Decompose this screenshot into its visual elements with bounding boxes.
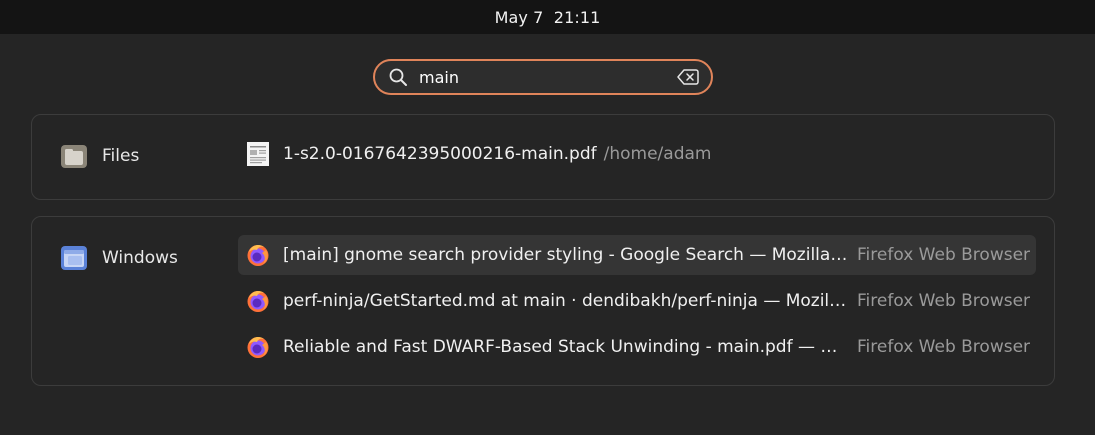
file-result[interactable]: 1-s2.0-0167642395000216-main.pdf /home/a… [238,134,1036,174]
firefox-icon [247,336,269,358]
pdf-document-icon [247,142,269,166]
windows-provider-header[interactable]: Windows [60,244,178,272]
firefox-icon [247,290,269,312]
backspace-clear-icon[interactable] [677,68,699,86]
provider-label-files: Files [102,146,140,166]
window-result-selected[interactable]: [main] gnome search provider styling - G… [238,235,1036,275]
result-description: Firefox Web Browser [857,337,1031,357]
firefox-icon [247,244,269,266]
window-result[interactable]: perf-ninja/GetStarted.md at main · dendi… [238,281,1036,321]
result-description: Firefox Web Browser [857,291,1031,311]
result-title: perf-ninja/GetStarted.md at main · dendi… [283,291,849,311]
windows-icon [61,246,87,270]
folder-icon [61,145,87,168]
search-icon [389,68,407,86]
result-title: [main] gnome search provider styling - G… [283,245,849,265]
top-bar: May 7 21:11 [0,0,1095,34]
window-result[interactable]: Reliable and Fast DWARF-Based Stack Unwi… [238,327,1036,367]
result-description: /home/adam [603,144,712,164]
search-input[interactable] [419,65,669,89]
result-title: Reliable and Fast DWARF-Based Stack Unwi… [283,337,849,357]
search-bar[interactable] [373,59,713,95]
windows-provider-section: Windows [main] gnome search provider sty… [31,216,1055,386]
files-provider-section: Files 1-s2.0-0167642395000216-main.pdf /… [31,114,1055,200]
result-title: 1-s2.0-0167642395000216-main.pdf [283,144,597,164]
result-description: Firefox Web Browser [857,245,1031,265]
clock[interactable]: May 7 21:11 [495,8,601,27]
files-provider-header[interactable]: Files [60,142,139,170]
provider-label-windows: Windows [102,248,178,268]
